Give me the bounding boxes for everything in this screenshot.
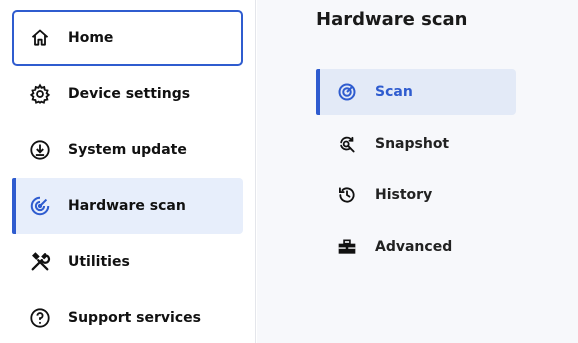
sidebar-item-device-settings[interactable]: Device settings bbox=[12, 66, 243, 122]
sidebar-item-utilities[interactable]: Utilities bbox=[12, 234, 243, 290]
sidebar-item-support-services[interactable]: Support services bbox=[12, 290, 243, 343]
sidebar-item-label: Hardware scan bbox=[68, 198, 186, 214]
gear-icon bbox=[28, 82, 52, 106]
tab-label: Scan bbox=[375, 84, 413, 100]
page-title: Hardware scan bbox=[316, 9, 468, 30]
toolbox-icon bbox=[336, 236, 358, 258]
tab-advanced[interactable]: Advanced bbox=[316, 224, 516, 270]
tab-scan[interactable]: Scan bbox=[316, 69, 516, 115]
sidebar-item-home[interactable]: Home bbox=[12, 10, 243, 66]
tab-history[interactable]: History bbox=[316, 172, 516, 218]
sidebar-item-label: Support services bbox=[68, 310, 201, 326]
main-panel: Hardware scan Scan Snapshot History Adva… bbox=[257, 0, 578, 343]
download-icon bbox=[28, 138, 52, 162]
scan-icon bbox=[336, 81, 358, 103]
scan-icon bbox=[28, 194, 52, 218]
history-icon bbox=[336, 184, 358, 206]
sidebar-item-label: Device settings bbox=[68, 86, 191, 102]
snapshot-icon bbox=[336, 133, 358, 155]
sidebar-item-label: System update bbox=[68, 142, 187, 158]
tab-snapshot[interactable]: Snapshot bbox=[316, 121, 516, 167]
home-icon bbox=[28, 26, 52, 50]
sidebar-item-label: Utilities bbox=[68, 254, 130, 270]
tab-label: Advanced bbox=[375, 239, 453, 255]
tools-icon bbox=[28, 250, 52, 274]
tab-label: Snapshot bbox=[375, 136, 450, 152]
tab-label: History bbox=[375, 187, 433, 203]
sidebar-item-system-update[interactable]: System update bbox=[12, 122, 243, 178]
sidebar: Home Device settings System update Hardw… bbox=[0, 0, 256, 343]
sidebar-item-label: Home bbox=[68, 30, 114, 46]
help-icon bbox=[28, 306, 52, 330]
sidebar-item-hardware-scan[interactable]: Hardware scan bbox=[12, 178, 243, 234]
